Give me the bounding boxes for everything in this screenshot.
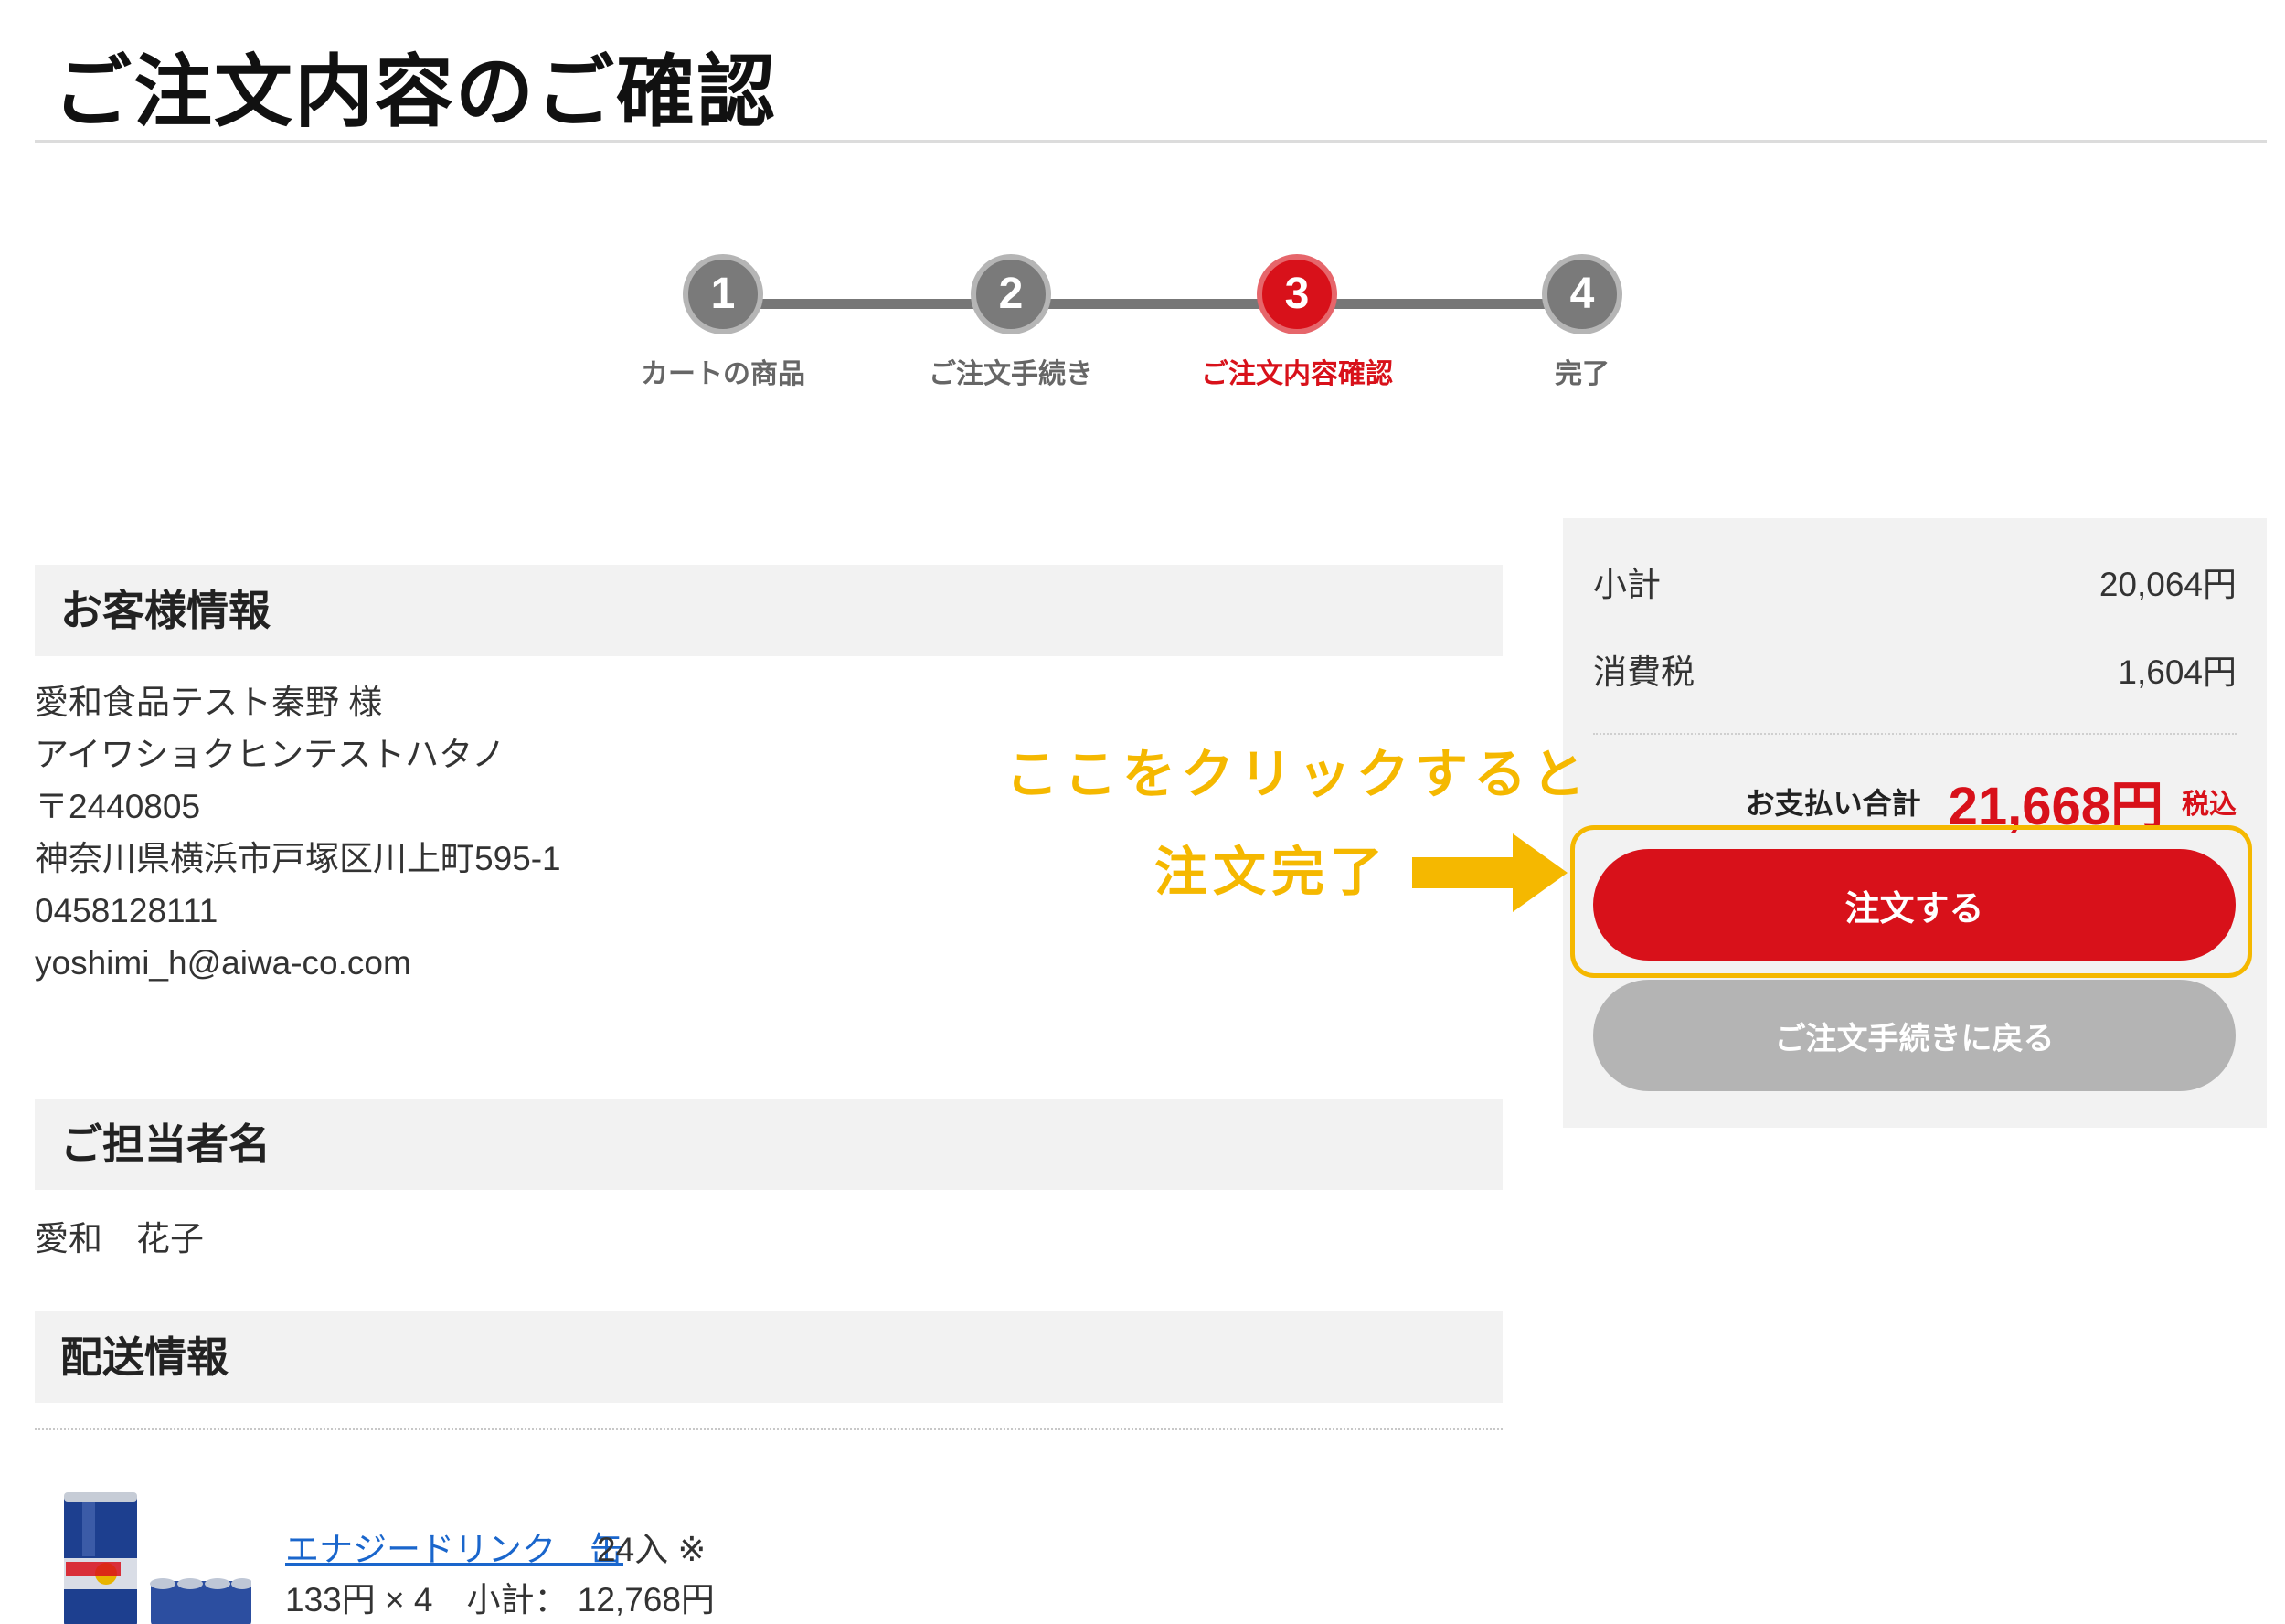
step-number: 3: [1257, 254, 1337, 334]
shipping-info-header: 配送情報: [35, 1311, 1503, 1403]
step-cart: 1 カートの商品: [586, 254, 860, 391]
tax-value: 1,604円: [2118, 653, 2237, 691]
step-order-confirmation: 3 ご注文内容確認: [1160, 254, 1434, 391]
product-price-line: 133円 × 4 小計： 12,768円: [285, 1581, 715, 1619]
step-complete: 4 完了: [1445, 254, 1719, 391]
step-number: 2: [971, 254, 1051, 334]
customer-postal-code: 〒2440805: [35, 788, 201, 825]
page-title: ご注文内容のご確認: [53, 48, 777, 136]
contact-person-header: ご担当者名: [35, 1099, 1503, 1190]
product-thumbnail[interactable]: [55, 1485, 251, 1624]
summary-divider: [1593, 733, 2237, 735]
customer-company-name: 愛和食品テスト秦野 様: [35, 684, 383, 721]
tax-included-note: 税込: [2182, 790, 2237, 820]
step-label: ご注文手続き: [929, 359, 1093, 389]
contact-person-name: 愛和 花子: [35, 1220, 204, 1258]
place-order-button[interactable]: 注文する: [1593, 849, 2236, 961]
customer-phone: 0458128111: [35, 892, 218, 929]
step-order-procedure: 2 ご注文手続き: [874, 254, 1148, 391]
annotation-arrow-icon: [1412, 833, 1568, 912]
shipping-divider: [35, 1428, 1503, 1430]
tax-label: 消費税: [1593, 653, 1695, 691]
annotation-text-line2: 注文完了: [1154, 843, 1389, 902]
customer-address: 神奈川県横浜市戸塚区川上町595-1: [35, 840, 561, 877]
step-number: 1: [683, 254, 763, 334]
step-label: ご注文内容確認: [1201, 359, 1393, 389]
product-quantity-note: 24入 ※: [597, 1531, 707, 1568]
customer-info-header: お客様情報: [35, 565, 1503, 656]
customer-company-kana: アイワショクヒンテストハタノ: [35, 736, 506, 773]
product-name-link[interactable]: エナジードリンク 缶: [285, 1522, 623, 1571]
customer-email: yoshimi_h@aiwa-co.com: [35, 944, 411, 982]
customer-info: 愛和食品テスト秦野 様 アイワショクヒンテストハタノ 〒2440805 神奈川県…: [35, 676, 561, 989]
subtotal-label: 小計: [1593, 566, 1661, 603]
step-label: カートの商品: [641, 359, 805, 389]
subtotal-value: 20,064円: [2099, 566, 2237, 603]
total-label: お支払い合計: [1745, 787, 1921, 820]
step-number: 4: [1542, 254, 1622, 334]
energy-drink-cans-icon: [64, 1492, 251, 1624]
annotation-text-line1: ここをクリックすると: [1005, 745, 1591, 804]
step-label: 完了: [1555, 359, 1610, 389]
title-divider: [35, 140, 2267, 143]
order-progress-stepper: 1 カートの商品 2 ご注文手続き 3 ご注文内容確認 4 完了: [0, 247, 2285, 411]
back-to-procedure-button[interactable]: ご注文手続きに戻る: [1593, 980, 2236, 1091]
